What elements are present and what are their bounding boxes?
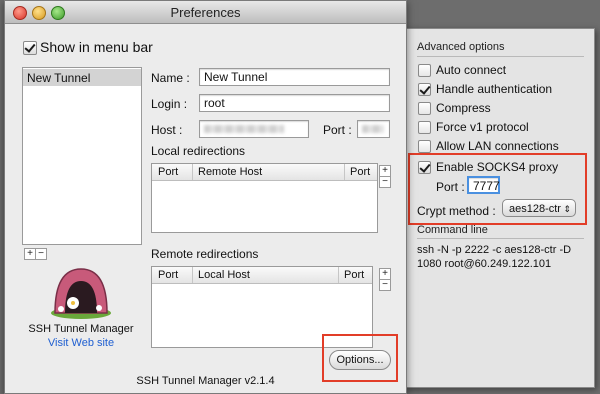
divider [417,238,584,239]
socks4-checkbox[interactable] [418,161,431,174]
local-redirections-table[interactable]: Port Remote Host Port [151,163,378,233]
select-arrows-icon: ⇕ [563,204,571,214]
advanced-options-heading: Advanced options [417,41,505,53]
window-title: Preferences [170,5,241,20]
handle-authentication-label: Handle authentication [436,82,553,96]
version-text: SSH Tunnel Manager v2.1.4 [136,375,275,387]
column-header: Port [158,269,179,281]
app-name: SSH Tunnel Manager [28,323,134,335]
tunnel-logo-icon [51,268,111,319]
show-in-menu-bar-label: Show in menu bar [40,39,153,55]
column-header: Port [158,166,179,178]
host-label: Host : [151,123,183,137]
host-redacted [204,125,284,133]
tunnel-name: New Tunnel [27,71,91,85]
handle-authentication-checkbox[interactable] [418,83,431,96]
column-header: Remote Host [198,166,263,178]
force-v1-label: Force v1 protocol [436,120,529,134]
socks-port-label: Port : [436,180,465,194]
port-redacted [362,125,384,133]
crypt-method-label: Crypt method : [417,204,496,218]
advanced-options-drawer: Advanced options Auto connect Handle aut… [404,28,595,388]
column-divider [338,267,339,283]
remove-tunnel-button[interactable]: − [35,248,47,260]
column-divider [192,267,193,283]
crypt-method-value: aes128-ctr [509,203,561,215]
title-bar: Preferences [5,1,406,24]
crypt-method-select[interactable]: aes128-ctr ⇕ [502,199,576,217]
show-in-menu-bar-checkbox[interactable] [23,41,37,55]
name-label: Name : [151,71,190,85]
local-redirections-title: Local redirections [151,144,246,158]
remote-redirections-title: Remote redirections [151,247,259,261]
port-label: Port : [323,123,352,137]
allow-lan-label: Allow LAN connections [436,139,559,153]
table-header: Port Local Host Port [152,267,372,284]
table-header: Port Remote Host Port [152,164,377,181]
tunnel-list[interactable]: New Tunnel [22,67,142,245]
name-input[interactable]: New Tunnel [199,68,390,86]
column-divider [192,164,193,180]
host-input[interactable] [199,120,309,138]
column-header: Local Host [198,269,250,281]
remove-remote-redirection-button[interactable]: − [379,279,391,291]
column-divider [344,164,345,180]
port-input[interactable] [357,120,390,138]
auto-connect-checkbox[interactable] [418,64,431,77]
preferences-window: Preferences Show in menu bar New Tunnel … [4,0,407,394]
visit-website-link[interactable]: Visit Web site [22,337,140,349]
allow-lan-checkbox[interactable] [418,140,431,153]
socks-port-input[interactable]: 7777 [467,176,500,194]
force-v1-checkbox[interactable] [418,121,431,134]
list-item[interactable]: New Tunnel [23,69,141,86]
socks4-label: Enable SOCKS4 proxy [436,160,559,174]
column-header: Port [344,269,365,281]
command-line-heading: Command line [417,224,488,236]
login-input[interactable]: root [199,94,390,112]
login-label: Login : [151,97,188,111]
divider [417,56,584,57]
column-header: Port [350,166,371,178]
compress-checkbox[interactable] [418,102,431,115]
remove-local-redirection-button[interactable]: − [379,176,391,188]
auto-connect-label: Auto connect [436,63,507,77]
command-line-text: ssh -N -p 2222 -c aes128-ctr -D 1080 roo… [417,244,572,270]
compress-label: Compress [436,101,491,115]
